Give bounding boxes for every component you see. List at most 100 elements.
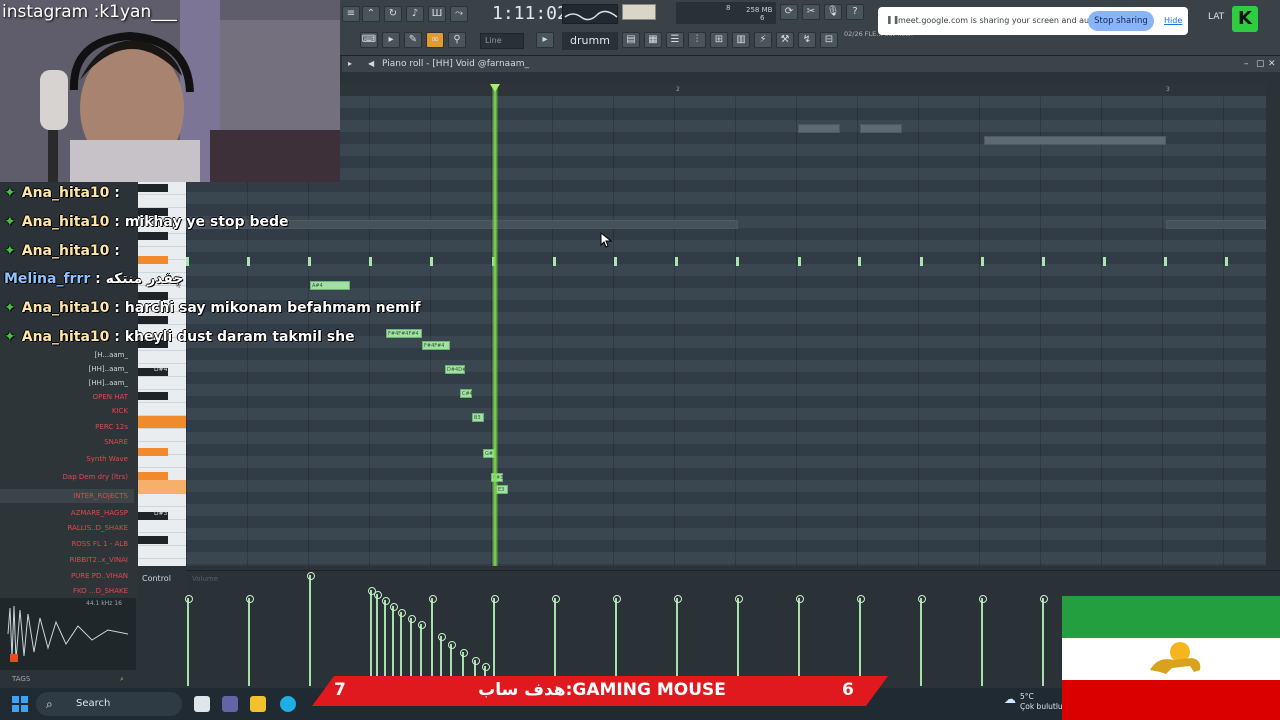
arrow-icon[interactable]: ▸ <box>382 32 400 48</box>
task-view-icon[interactable] <box>194 696 210 712</box>
velocity-bar[interactable] <box>918 595 926 686</box>
black-key[interactable] <box>138 536 168 544</box>
velocity-bar[interactable] <box>674 595 682 686</box>
note-tick[interactable] <box>369 257 372 266</box>
teams-icon[interactable] <box>222 696 238 712</box>
velocity-bar[interactable] <box>491 595 499 686</box>
browser-item[interactable]: FKO ...D_SHAKE <box>0 584 134 598</box>
plug-icon[interactable]: ⚡ <box>754 32 772 48</box>
mixer-icon[interactable]: ⫶ <box>688 32 706 48</box>
velocity-bar[interactable] <box>408 615 416 686</box>
master-volume-slider[interactable] <box>622 4 656 20</box>
velocity-bar[interactable] <box>796 595 804 686</box>
sample-waveform-preview[interactable]: 44.1 kHz 16 <box>0 598 136 670</box>
black-key-active[interactable] <box>138 472 168 480</box>
note-tick[interactable] <box>1225 257 1228 266</box>
velocity-bar[interactable] <box>429 595 437 686</box>
timeline-ruler[interactable]: 2 3 <box>186 84 1266 96</box>
velocity-bar[interactable] <box>368 587 376 686</box>
browser-icon[interactable]: ▥ <box>732 32 750 48</box>
control-lane-label[interactable]: Control <box>142 574 171 583</box>
velocity-bar[interactable] <box>857 595 865 686</box>
speaker-icon[interactable]: ◀ <box>368 56 374 72</box>
stop-sharing-button[interactable]: Stop sharing <box>1088 11 1154 31</box>
hide-share-bar-link[interactable]: Hide <box>1164 16 1182 25</box>
edge-icon[interactable] <box>280 696 296 712</box>
note-tick[interactable] <box>186 257 189 266</box>
note[interactable]: F#4F#4 <box>422 341 450 350</box>
tool-icon[interactable]: ⚒ <box>776 32 794 48</box>
browser-item[interactable]: PERC 12s <box>0 420 134 434</box>
browser-item[interactable]: RIBBIT2..x_VINAI <box>0 553 134 567</box>
black-key[interactable] <box>138 292 168 300</box>
channel-rack-icon[interactable]: ▦ <box>644 32 662 48</box>
pattern-select[interactable]: drumm <box>562 32 618 50</box>
velocity-bar[interactable] <box>307 572 315 686</box>
link-icon[interactable]: ∞ <box>426 32 444 48</box>
note-tick[interactable] <box>1103 257 1106 266</box>
maximize-icon[interactable]: ▢ <box>1256 56 1265 72</box>
tempo-icon[interactable]: ↯ <box>798 32 816 48</box>
velocity-bar[interactable] <box>382 597 390 686</box>
note[interactable]: F#4F#4F#4 <box>386 329 422 338</box>
note[interactable]: C#4 <box>460 389 473 398</box>
note[interactable]: B3 <box>472 413 484 422</box>
velocity-bar[interactable] <box>552 595 560 686</box>
help-icon[interactable]: ? <box>846 4 864 20</box>
browser-item[interactable]: PURE PD..VIHAN <box>0 569 134 583</box>
wait-record-icon[interactable]: Ш <box>428 6 446 22</box>
velocity-bar[interactable] <box>979 595 987 686</box>
white-key-active[interactable] <box>138 480 186 494</box>
browser-item[interactable]: KICK <box>0 404 134 418</box>
arrow-right-icon[interactable]: ▸ <box>348 56 352 72</box>
cut-icon[interactable]: ✂ <box>802 4 820 20</box>
browser-item[interactable]: [H...aam_ <box>0 348 134 362</box>
input-language[interactable]: LAT <box>1208 12 1224 22</box>
pencil-icon[interactable]: ✎ <box>404 32 422 48</box>
note-tick[interactable] <box>675 257 678 266</box>
note[interactable]: D#4D#4 <box>445 365 469 374</box>
browser-item[interactable]: ROSS FL 1 - ALB <box>0 537 134 551</box>
snap-select[interactable]: Line <box>480 33 524 49</box>
note-tick[interactable] <box>430 257 433 266</box>
pattern-mode-icon[interactable]: ♪ <box>406 6 424 22</box>
velocity-bar[interactable] <box>374 591 382 686</box>
piano-keyboard[interactable] <box>138 182 186 566</box>
keyboard-icon[interactable]: ⌨ <box>360 32 378 48</box>
cart-icon[interactable]: ⊟ <box>820 32 838 48</box>
white-key-active[interactable] <box>138 416 186 428</box>
browser-item[interactable]: Dap Dem dry (ltrs) <box>0 470 134 484</box>
note-tick[interactable] <box>1042 257 1045 266</box>
plugin-icon[interactable]: ⊞ <box>710 32 728 48</box>
black-key-active[interactable] <box>138 448 168 456</box>
blend-icon[interactable]: ⤳ <box>450 6 468 22</box>
playlist-icon[interactable]: ☰ <box>666 32 684 48</box>
velocity-bar[interactable] <box>1040 595 1048 686</box>
note-tick[interactable] <box>553 257 556 266</box>
note-tick[interactable] <box>614 257 617 266</box>
file-explorer-icon[interactable] <box>250 696 266 712</box>
microphone-icon[interactable]: 🎙 <box>824 4 842 20</box>
windows-start-icon[interactable] <box>12 696 28 712</box>
note[interactable]: A#4 <box>310 281 350 290</box>
black-key[interactable] <box>138 392 168 400</box>
browser-item[interactable]: Synth Wave <box>0 452 134 466</box>
black-key[interactable] <box>138 184 168 192</box>
velocity-bar[interactable] <box>613 595 621 686</box>
fl-menu-icon[interactable]: ≡ <box>342 6 360 22</box>
search-icon[interactable]: ⌕ <box>120 670 124 688</box>
browser-item[interactable]: RALLIS..D_SHAKE <box>0 521 134 535</box>
browser-item[interactable]: [HH]..aam_ <box>0 362 134 376</box>
velocity-bar[interactable] <box>246 595 254 686</box>
stamp-icon[interactable]: ⚲ <box>448 32 466 48</box>
browser-item[interactable]: SNARE <box>0 435 134 449</box>
metronome-icon[interactable]: ⌃ <box>362 6 380 22</box>
velocity-bar[interactable] <box>398 609 406 686</box>
note-tick[interactable] <box>981 257 984 266</box>
velocity-bar[interactable] <box>390 603 398 686</box>
velocity-bar[interactable] <box>735 595 743 686</box>
playhead-marker-icon[interactable] <box>490 84 500 92</box>
browser-item[interactable]: INTER_ROJECTS <box>0 489 134 503</box>
loop-icon[interactable]: ↻ <box>384 6 402 22</box>
note-tick[interactable] <box>1164 257 1167 266</box>
